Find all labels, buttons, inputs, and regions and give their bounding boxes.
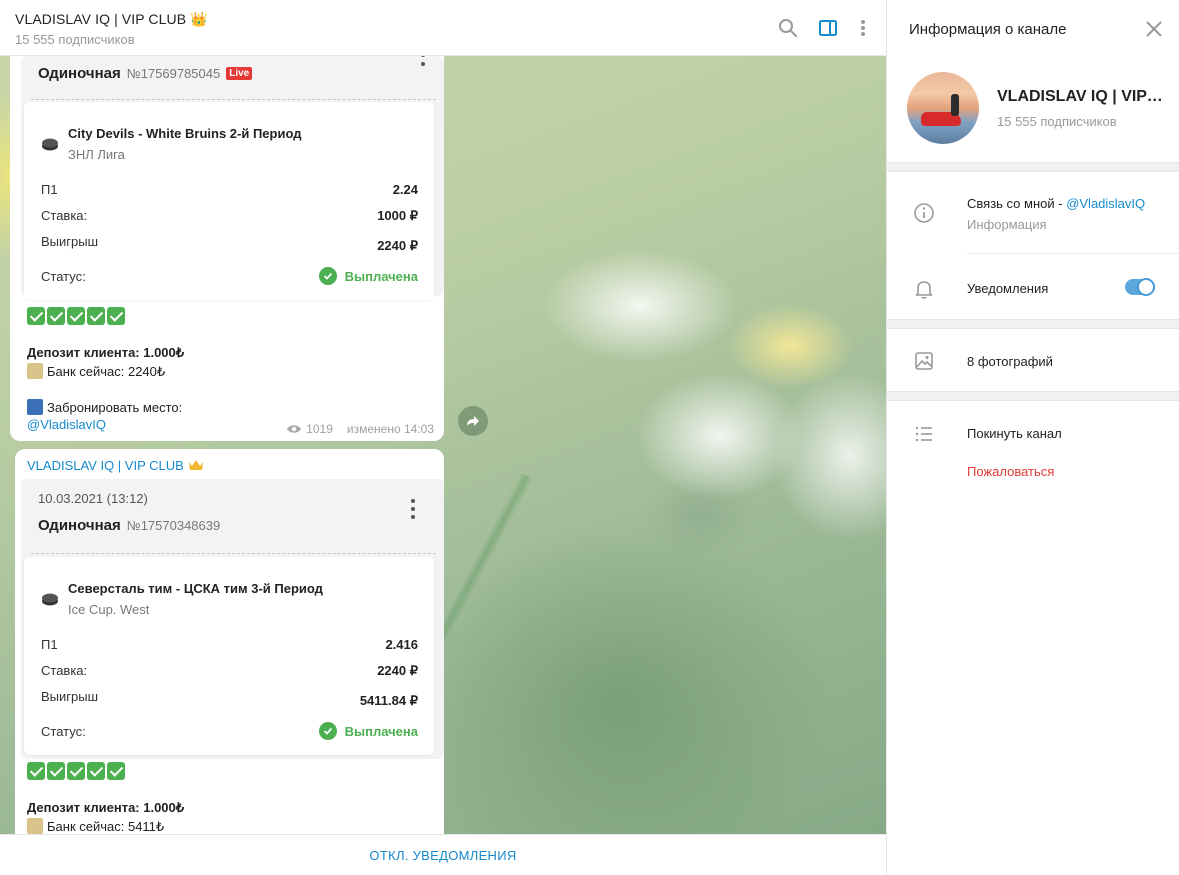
live-badge: Live [226,67,253,80]
sidebar-toggle-icon[interactable] [814,14,842,42]
bet-number: №17569785045 [126,66,221,81]
hockey-puck-icon [42,138,58,151]
list-icon [915,426,932,442]
mute-notifications-button[interactable]: ОТКЛ. УВЕДОМЛЕНИЯ [369,848,516,863]
more-menu-icon[interactable] [849,14,877,42]
check-mark-icons [27,307,127,325]
bet-details: City Devils - White Bruins 2-й Период ЗН… [24,102,434,300]
message-sender[interactable]: VLADISLAV IQ | VIP CLUB [27,458,204,473]
leave-channel-button[interactable]: Покинуть канал [967,426,1062,441]
divider [31,553,436,554]
crown-icon [188,460,203,470]
divider [967,253,1179,254]
notifications-label: Уведомления [967,281,1049,296]
bank-line: Банк сейчас: 5411₺ [27,818,164,835]
chat-title: VLADISLAV IQ | VIP CLUB 👑 [15,11,208,27]
bet-details: Северсталь тим - ЦСКА тим 3-й Период Ice… [24,557,434,755]
divider [31,99,436,100]
check-mark-icons [27,762,127,780]
bet-card: 10.03.2021 (13:12) Одиночная №17570348639… [21,479,444,759]
section-divider [887,391,1179,401]
channel-name: VLADISLAV IQ | VIP CLUB [997,88,1167,105]
bet-date: 10.03.2021 (13:12) [38,491,148,506]
book-link[interactable]: @VladislavIQ [27,417,106,432]
bet-row-win: Выигрыш 5411.84 ₽ [41,689,418,708]
bet-card: Одиночная №17569785045 Live City Devils - … [21,52,444,300]
message-bubble[interactable]: VLADISLAV IQ | VIP CLUB 10.03.2021 (13:1… [15,449,444,834]
phone-icon [27,399,43,415]
bet-row-odds: П1 2.24 [41,182,418,197]
views-count: 1019 [306,422,333,436]
bottom-bar: ОТКЛ. УВЕДОМЛЕНИЯ [0,834,886,875]
section-divider [887,162,1179,172]
bet-number: №17570348639 [126,518,221,533]
league-name: ЗНЛ Лига [68,147,125,162]
contact-line: Связь со мной - @VladislavIQ [967,196,1146,211]
info-icon [914,203,934,223]
hockey-puck-icon [42,593,58,606]
bet-row-stake: Ставка: 2240 ₽ [41,663,418,678]
avatar-person [951,94,959,116]
bank-icon [27,818,43,834]
contact-link[interactable]: @VladislavIQ [1066,196,1145,211]
deposit-text: Депозит клиента: 1.000₺ [27,345,185,360]
channel-subscribers: 15 555 подписчиков [997,114,1117,129]
book-line: Забронировать место: [27,399,182,415]
bet-row-win: Выигрыш 2240 ₽ [41,234,418,253]
message-bubble[interactable]: Одиночная №17569785045 Live City Devils - … [10,52,444,441]
report-button[interactable]: Пожаловаться [967,464,1054,479]
bet-status: Выплачена [318,722,418,740]
bet-status: Выплачена [318,267,418,285]
bet-type: Одиночная №17570348639 [38,517,221,534]
bet-row-stake: Ставка: 1000 ₽ [41,208,418,223]
chat-subscribers: 15 555 подписчиков [15,32,135,47]
forward-icon[interactable] [458,406,488,436]
photo-icon [915,352,933,370]
bell-icon [915,281,933,299]
bank-icon [27,363,43,379]
bet-row-odds: П1 2.416 [41,637,418,652]
bet-menu-icon[interactable] [403,497,423,521]
check-circle-icon [318,722,337,740]
panel-title: Информация о канале [909,21,1067,38]
event-title: City Devils - White Bruins 2-й Период [68,126,302,141]
bank-line: Банк сейчас: 2240₺ [27,363,165,380]
league-name: Ice Cup. West [68,602,150,617]
chat-header[interactable]: VLADISLAV IQ | VIP CLUB 👑 15 555 подписч… [0,0,886,56]
check-circle-icon [318,267,337,285]
views-eye-icon [287,425,302,433]
section-divider [887,319,1179,329]
bet-type: Одиночная №17569785045 Live [38,65,253,82]
event-title: Северсталь тим - ЦСКА тим 3-й Период [68,581,323,596]
notifications-toggle[interactable] [1125,278,1155,296]
channel-info-panel: Информация о канале VLADISLAV IQ | VIP C… [886,0,1179,875]
message-meta: 1019 изменено 14:03 [286,422,434,436]
info-label: Информация [967,217,1047,232]
edited-time: изменено 14:03 [346,422,434,436]
close-icon[interactable] [1143,18,1165,40]
deposit-text: Депозит клиента: 1.000₺ [27,800,185,815]
search-icon[interactable] [774,14,802,42]
channel-avatar[interactable] [907,72,979,144]
photos-link[interactable]: 8 фотографий [967,354,1053,369]
